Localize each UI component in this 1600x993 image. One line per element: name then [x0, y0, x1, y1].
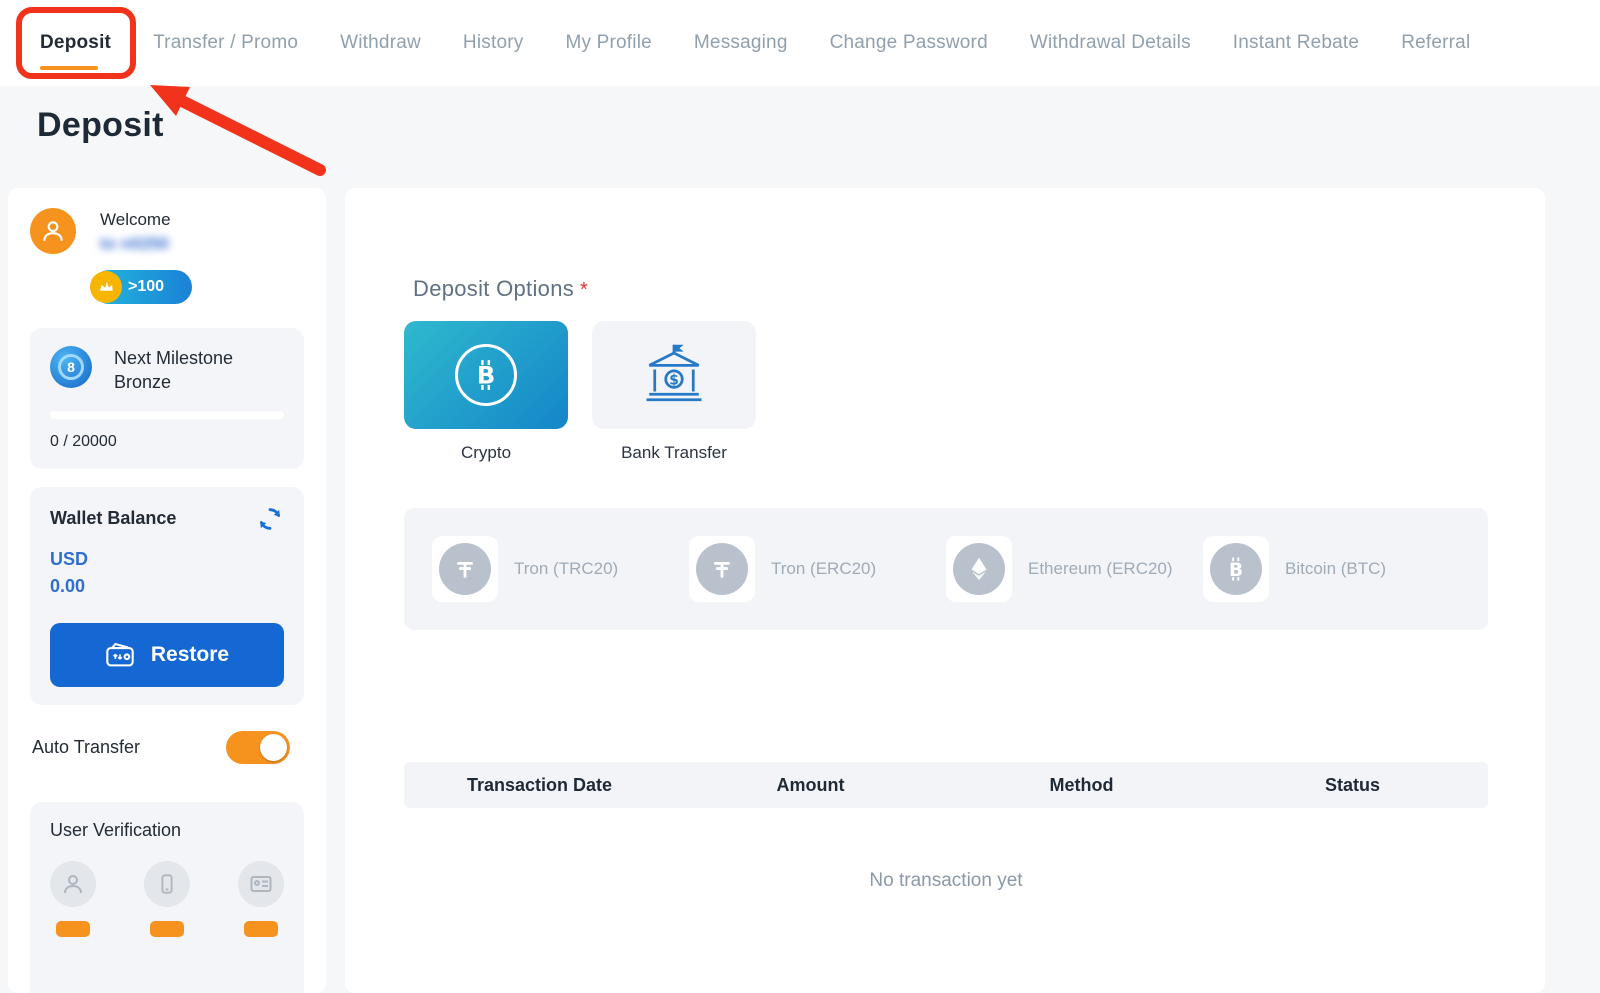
- tab-my-profile[interactable]: My Profile: [565, 32, 651, 54]
- refresh-icon[interactable]: [256, 505, 284, 533]
- tab-history[interactable]: History: [463, 32, 524, 54]
- bitcoin-icon: B: [455, 344, 517, 406]
- verification-document[interactable]: [238, 861, 284, 937]
- ethereum-icon: [953, 543, 1005, 595]
- tab-withdraw[interactable]: Withdraw: [340, 32, 421, 54]
- user-icon: [40, 218, 66, 244]
- method-tron-trc20[interactable]: Tron (TRC20): [432, 536, 689, 602]
- option-crypto[interactable]: B Crypto: [404, 321, 568, 463]
- milestone-title: Next Milestone: [114, 346, 233, 370]
- crown-icon: [90, 271, 122, 303]
- bitcoin-icon: B: [1210, 543, 1262, 595]
- verification-status-chip: [150, 921, 184, 937]
- tab-instant-rebate[interactable]: Instant Rebate: [1233, 32, 1359, 54]
- restore-button-label: Restore: [151, 643, 229, 667]
- auto-transfer-row: Auto Transfer: [30, 731, 304, 764]
- verification-status-chip: [56, 921, 90, 937]
- column-transaction-date: Transaction Date: [404, 775, 675, 796]
- tether-icon: [696, 543, 748, 595]
- wallet-amount: 0.00: [50, 576, 284, 597]
- deposit-panel: Deposit Options* B Crypto: [345, 188, 1545, 993]
- verification-title: User Verification: [50, 820, 284, 841]
- bank-icon: $: [641, 342, 707, 408]
- milestone-card: 8 Next Milestone Bronze 0 / 20000: [30, 328, 304, 469]
- milestone-level: Bronze: [114, 370, 233, 394]
- tether-icon: [439, 543, 491, 595]
- verification-identity[interactable]: [50, 861, 96, 937]
- deposit-options-row: B Crypto: [404, 321, 756, 463]
- transactions-table-header: Transaction Date Amount Method Status: [404, 762, 1488, 808]
- empty-transactions-message: No transaction yet: [404, 870, 1488, 892]
- phone-icon: [156, 873, 178, 895]
- verification-status-chip: [244, 921, 278, 937]
- coin-icon: 8: [50, 346, 92, 388]
- milestone-progress-text: 0 / 20000: [50, 433, 284, 451]
- tab-referral[interactable]: Referral: [1401, 32, 1470, 54]
- svg-text:$: $: [669, 373, 679, 389]
- auto-transfer-toggle[interactable]: [226, 731, 290, 764]
- page-title: Deposit: [37, 106, 164, 145]
- svg-text:B: B: [477, 362, 495, 390]
- verification-phone[interactable]: [144, 861, 190, 937]
- avatar: [30, 208, 76, 254]
- level-badge-value: >100: [128, 278, 164, 296]
- person-icon: [61, 872, 85, 896]
- auto-transfer-label: Auto Transfer: [32, 737, 140, 758]
- method-tron-erc20[interactable]: Tron (ERC20): [689, 536, 946, 602]
- required-asterisk: *: [580, 279, 588, 301]
- crypto-methods-bar: Tron (TRC20) Tron (ERC20): [404, 508, 1488, 630]
- tab-change-password[interactable]: Change Password: [830, 32, 988, 54]
- method-ethereum-erc20[interactable]: Ethereum (ERC20): [946, 536, 1203, 602]
- restore-button[interactable]: Restore: [50, 623, 284, 687]
- verification-card: User Verification: [30, 802, 304, 993]
- wallet-card: Wallet Balance USD 0.00 Restore: [30, 487, 304, 705]
- method-bitcoin-btc[interactable]: B Bitcoin (BTC): [1203, 536, 1460, 602]
- option-crypto-label: Crypto: [461, 443, 511, 463]
- option-bank-transfer[interactable]: $ Bank Transfer: [592, 321, 756, 463]
- milestone-progress-bar: [50, 411, 284, 419]
- wallet-currency: USD: [50, 549, 284, 570]
- column-method: Method: [946, 775, 1217, 796]
- sidebar: Welcome to n0250 >100 8 Next Milestone B…: [8, 188, 326, 993]
- option-bank-transfer-label: Bank Transfer: [621, 443, 727, 463]
- method-label: Tron (TRC20): [514, 559, 618, 579]
- username-redacted: to n0250: [100, 234, 171, 254]
- wallet-title: Wallet Balance: [50, 508, 176, 529]
- top-navigation: Deposit Transfer / Promo Withdraw Histor…: [0, 0, 1600, 86]
- level-badge: >100: [92, 270, 192, 304]
- wallet-icon: [105, 642, 135, 668]
- tab-messaging[interactable]: Messaging: [694, 32, 788, 54]
- column-status: Status: [1217, 775, 1488, 796]
- method-label: Bitcoin (BTC): [1285, 559, 1386, 579]
- welcome-greeting: Welcome: [100, 210, 171, 230]
- tab-transfer-promo[interactable]: Transfer / Promo: [153, 32, 298, 54]
- svg-text:B: B: [1229, 560, 1243, 581]
- column-amount: Amount: [675, 775, 946, 796]
- tab-withdrawal-details[interactable]: Withdrawal Details: [1030, 32, 1191, 54]
- welcome-card: Welcome to n0250 >100: [30, 208, 304, 304]
- deposit-options-title: Deposit Options*: [413, 276, 588, 302]
- method-label: Ethereum (ERC20): [1028, 559, 1173, 579]
- id-card-icon: [249, 872, 273, 896]
- method-label: Tron (ERC20): [771, 559, 876, 579]
- tab-deposit[interactable]: Deposit: [40, 32, 111, 54]
